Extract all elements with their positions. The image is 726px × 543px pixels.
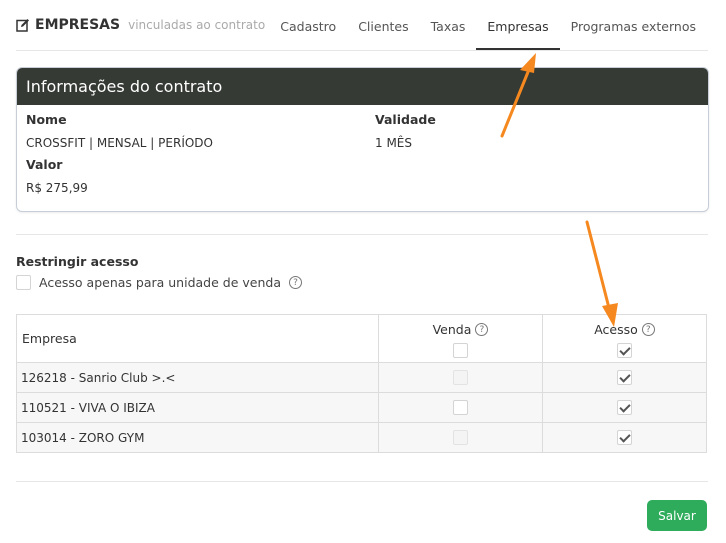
column-header-access: Acesso ? [542,314,707,363]
tab-bar: Cadastro Clientes Taxas Empresas Program… [269,0,708,50]
table-row: 110521 - VIVA O IBIZA [16,392,707,423]
validity-label: Validade [375,112,436,127]
name-value: CROSSFIT | MENSAL | PERÍODO [26,136,213,150]
table-row: 126218 - Sanrio Club >.< [16,362,707,393]
footer-divider [16,481,708,482]
table-row: 103014 - ZORO GYM [16,422,707,453]
restrict-access-row: Acesso apenas para unidade de venda ? [16,275,302,290]
tab-programas-externos[interactable]: Programas externos [560,0,708,48]
restrict-access-checkbox[interactable] [16,275,31,290]
tab-cadastro[interactable]: Cadastro [269,0,347,48]
access-cell [542,422,707,453]
column-header-access-label: Acesso [594,321,638,337]
help-icon[interactable]: ? [641,322,655,336]
sale-checkbox [453,370,468,385]
section-divider [16,234,708,235]
name-label: Nome [26,112,67,127]
companies-table: Empresa Venda ? Acesso ? 126218 - Sanrio… [16,314,707,453]
select-all-access-checkbox[interactable] [617,342,632,358]
value-label: Valor [26,157,63,172]
access-checkbox[interactable] [617,370,632,385]
column-header-company: Empresa [16,314,379,363]
sale-cell [378,422,543,453]
value-value: R$ 275,99 [26,181,88,195]
restrict-access-label: Acesso apenas para unidade de venda [39,275,281,290]
edit-icon [16,19,29,32]
access-checkbox[interactable] [617,430,632,445]
sale-cell [378,362,543,393]
validity-value: 1 MÊS [375,136,413,150]
select-all-sale-checkbox[interactable] [453,342,468,358]
page-header: EMPRESAS vinculadas ao contrato Cadastro… [16,0,708,51]
access-checkbox[interactable] [617,400,632,415]
restrict-access-title: Restringir acesso [16,254,139,269]
help-icon[interactable]: ? [288,276,302,289]
tab-empresas[interactable]: Empresas [476,0,560,50]
contract-info-heading: Informações do contrato [17,68,708,105]
page-title: EMPRESAS [35,17,121,33]
access-cell [542,362,707,393]
column-header-sale-label: Venda [432,321,472,337]
save-button[interactable]: Salvar [647,500,707,531]
sale-checkbox[interactable] [453,400,468,415]
tab-taxas[interactable]: Taxas [420,0,477,48]
company-cell: 103014 - ZORO GYM [16,422,379,453]
contract-info-body: Nome CROSSFIT | MENSAL | PERÍODO Validad… [17,105,708,211]
title-wrap: EMPRESAS vinculadas ao contrato [16,17,265,33]
company-cell: 110521 - VIVA O IBIZA [16,392,379,423]
page-subtitle: vinculadas ao contrato [128,18,266,32]
company-cell: 126218 - Sanrio Club >.< [16,362,379,393]
sale-cell [378,392,543,423]
help-icon[interactable]: ? [475,322,489,336]
access-cell [542,392,707,423]
column-header-sale: Venda ? [378,314,543,363]
tab-clientes[interactable]: Clientes [347,0,419,48]
sale-checkbox [453,430,468,445]
contract-info-card: Informações do contrato Nome CROSSFIT | … [16,67,709,212]
